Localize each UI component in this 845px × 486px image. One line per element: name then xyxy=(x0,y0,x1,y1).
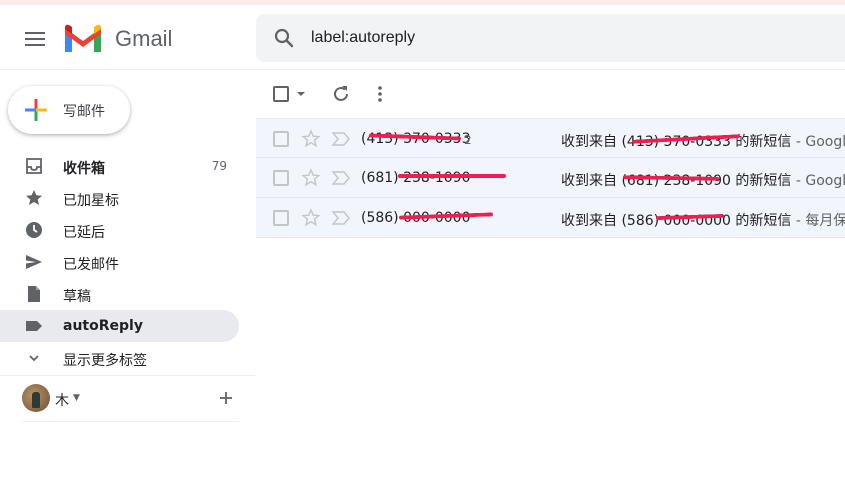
star-icon xyxy=(26,190,42,205)
redaction-mark xyxy=(398,174,506,178)
send-icon xyxy=(26,255,42,269)
clock-icon xyxy=(26,222,42,238)
label-icon xyxy=(26,321,42,331)
more-options-icon[interactable] xyxy=(368,82,392,106)
email-row[interactable]: (681) 238-1090 收到来自 (681) 238-1090 的新短信 … xyxy=(256,158,845,198)
menu-icon xyxy=(25,32,45,34)
row-checkbox[interactable] xyxy=(273,210,289,226)
sidebar-item-more[interactable]: 显示更多标签 xyxy=(0,342,239,374)
subject-text: 收到来自 (413) 370-0333 的新短信 xyxy=(561,134,792,150)
star-toggle-icon[interactable] xyxy=(300,167,322,189)
app-name: Gmail xyxy=(115,26,173,51)
sidebar-item-label: 草稿 xyxy=(63,289,91,305)
select-all-checkbox[interactable] xyxy=(270,82,294,106)
thread-count: 2 xyxy=(464,133,472,147)
sidebar-item-label: 已加星标 xyxy=(63,193,119,209)
sidebar-divider xyxy=(22,421,239,422)
header-divider xyxy=(0,69,845,70)
email-subject: 收到来自 (586) 000-0000 的新短信 - 每月保号 xyxy=(561,210,845,230)
sidebar-item-snoozed[interactable]: 已延后 xyxy=(0,214,239,246)
sidebar-item-label: 显示更多标签 xyxy=(63,353,147,369)
user-name: 木 xyxy=(55,393,69,409)
main-menu-button[interactable] xyxy=(20,24,50,54)
inbox-icon xyxy=(26,158,42,174)
email-snippet: - Google Voice xyxy=(795,134,845,150)
compose-button[interactable]: 写邮件 xyxy=(8,86,130,134)
list-toolbar xyxy=(256,78,845,110)
importance-marker-icon[interactable] xyxy=(331,169,351,187)
row-checkbox[interactable] xyxy=(273,170,289,186)
sidebar-item-sent[interactable]: 已发邮件 xyxy=(0,246,239,278)
sidebar-item-label: autoReply xyxy=(63,318,143,334)
sidebar-item-starred[interactable]: 已加星标 xyxy=(0,182,239,214)
row-checkbox[interactable] xyxy=(273,131,289,147)
star-toggle-icon[interactable] xyxy=(300,207,322,229)
inbox-count: 79 xyxy=(211,159,227,173)
search-bar[interactable] xyxy=(256,14,845,62)
hangouts-user[interactable]: 木 ▼ xyxy=(22,384,242,412)
email-snippet: - Google Voice xyxy=(795,173,845,189)
add-icon[interactable] xyxy=(214,386,238,410)
search-icon[interactable] xyxy=(272,26,296,50)
importance-marker-icon[interactable] xyxy=(331,209,351,227)
email-sender: (681) 238-1090 xyxy=(361,170,471,186)
sidebar-divider xyxy=(0,375,255,376)
sidebar-item-label: 已发邮件 xyxy=(63,257,119,273)
email-subject: 收到来自 (413) 370-0333 的新短信 - Google Voice xyxy=(561,131,845,151)
refresh-icon[interactable] xyxy=(329,82,353,106)
sidebar-item-inbox[interactable]: 收件箱 79 xyxy=(0,150,239,182)
plus-icon xyxy=(25,99,47,121)
search-input[interactable] xyxy=(311,23,831,53)
sidebar-item-drafts[interactable]: 草稿 xyxy=(0,278,239,310)
email-list: (413) 370-0333 2 收到来自 (413) 370-0333 的新短… xyxy=(256,118,845,238)
email-row[interactable]: (586) 000-0000 收到来自 (586) 000-0000 的新短信 … xyxy=(256,198,845,238)
top-strip xyxy=(0,0,845,5)
sidebar-item-label: 已延后 xyxy=(63,225,105,241)
chevron-down-icon xyxy=(29,355,39,362)
sidebar-item-label: 收件箱 xyxy=(63,161,105,177)
select-menu-caret-icon[interactable] xyxy=(294,82,308,106)
avatar[interactable] xyxy=(22,384,50,412)
sidebar-item-autoreply[interactable]: autoReply xyxy=(0,310,239,342)
draft-icon xyxy=(28,286,40,302)
compose-label: 写邮件 xyxy=(63,104,105,120)
email-row[interactable]: (413) 370-0333 2 收到来自 (413) 370-0333 的新短… xyxy=(256,118,845,158)
importance-marker-icon[interactable] xyxy=(331,130,351,148)
gmail-logo xyxy=(65,24,101,52)
star-toggle-icon[interactable] xyxy=(300,128,322,150)
sidebar-nav: 收件箱 79 已加星标 已延后 已发邮件 草稿 autoReply 显示更多标签 xyxy=(0,150,240,374)
caret-down-icon[interactable]: ▼ xyxy=(73,393,80,403)
email-snippet: - 每月保号 xyxy=(795,213,845,229)
